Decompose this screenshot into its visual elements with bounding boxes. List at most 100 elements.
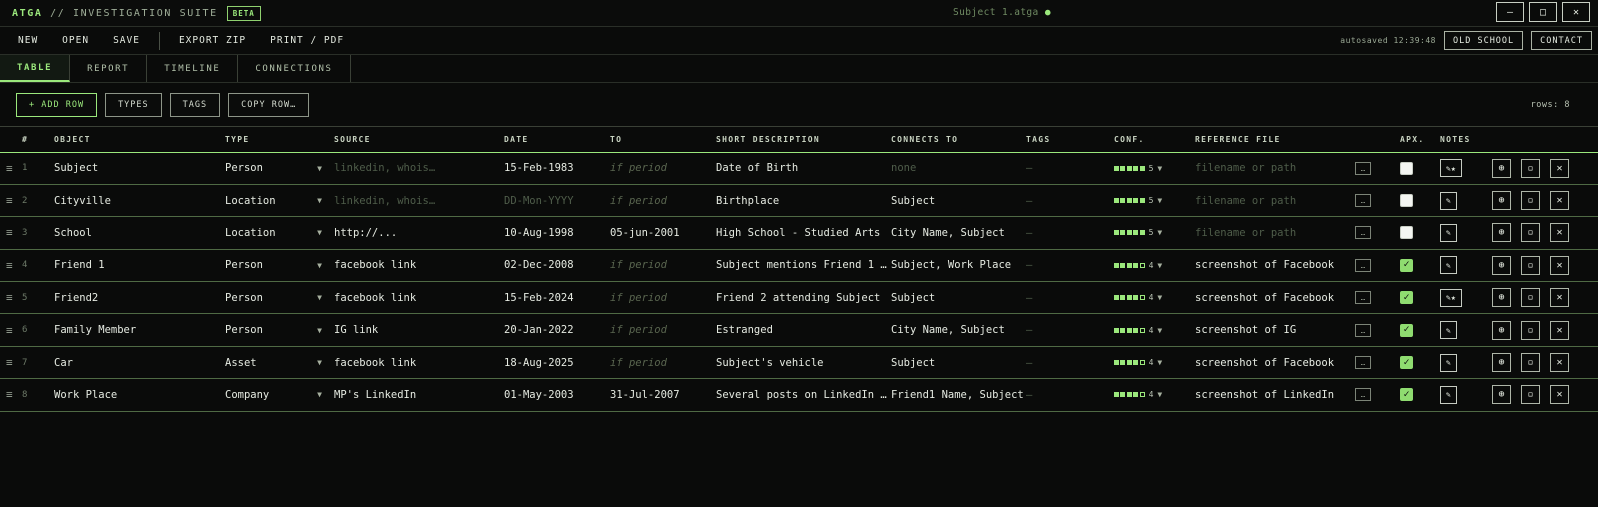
confidence-cell[interactable]: 5 ▼ xyxy=(1114,152,1195,185)
copy-row-button[interactable]: COPY ROW… xyxy=(228,92,310,117)
menu-print-pdf[interactable]: PRINT / PDF xyxy=(258,35,356,46)
approximate-checkbox[interactable] xyxy=(1400,388,1413,402)
delete-row-icon[interactable]: ✕ xyxy=(1550,288,1569,308)
duplicate-icon[interactable]: ▫ xyxy=(1521,320,1540,340)
chevron-down-icon[interactable]: ▼ xyxy=(317,293,322,302)
col-to[interactable]: TO xyxy=(610,127,716,153)
chevron-down-icon[interactable]: ▼ xyxy=(317,228,322,237)
chevron-down-icon[interactable]: ▼ xyxy=(1157,358,1162,367)
col-type[interactable]: TYPE xyxy=(225,127,334,153)
source-cell[interactable]: facebook link xyxy=(334,346,504,380)
to-cell[interactable]: 31-Jul-2007 xyxy=(610,378,716,412)
source-cell[interactable]: IG link xyxy=(334,313,504,347)
tags-cell[interactable]: – xyxy=(1026,281,1114,315)
chevron-down-icon[interactable]: ▼ xyxy=(1157,164,1162,173)
duplicate-icon[interactable]: ▫ xyxy=(1521,288,1540,308)
confidence-cell[interactable]: 4 ▼ xyxy=(1114,313,1195,347)
col-short-description[interactable]: SHORT DESCRIPTION xyxy=(716,127,891,153)
chevron-down-icon[interactable]: ▼ xyxy=(1157,326,1162,335)
source-cell[interactable]: facebook link xyxy=(334,281,504,315)
tab-connections[interactable]: CONNECTIONS xyxy=(238,55,351,82)
browse-file-button[interactable]: … xyxy=(1355,258,1371,272)
tags-cell[interactable]: – xyxy=(1026,313,1114,347)
tags-cell[interactable]: – xyxy=(1026,249,1114,283)
connects-to-cell[interactable]: Subject xyxy=(891,184,1026,218)
notes-button[interactable]: ✎ xyxy=(1440,191,1457,210)
confidence-cell[interactable]: 4 ▼ xyxy=(1114,249,1195,283)
to-cell[interactable]: if period xyxy=(610,281,716,315)
chevron-down-icon[interactable]: ▼ xyxy=(1157,196,1162,205)
connects-to-cell[interactable]: Friend1 Name, Subject xyxy=(891,378,1026,412)
confidence-cell[interactable]: 5 ▼ xyxy=(1114,216,1195,250)
description-cell[interactable]: Several posts on LinkedIn … xyxy=(716,378,891,412)
duplicate-icon[interactable]: ▫ xyxy=(1521,353,1540,373)
type-cell[interactable]: Person ▼ xyxy=(225,281,334,315)
type-cell[interactable]: Person ▼ xyxy=(225,152,334,185)
object-cell[interactable]: Friend2 xyxy=(54,281,225,315)
tab-timeline[interactable]: TIMELINE xyxy=(147,55,239,82)
locate-icon[interactable]: ⊕ xyxy=(1492,385,1511,405)
col-object[interactable]: OBJECT xyxy=(54,127,225,153)
duplicate-icon[interactable]: ▫ xyxy=(1521,255,1540,275)
close-button[interactable]: ✕ xyxy=(1562,2,1590,22)
col-notes[interactable]: NOTES xyxy=(1440,127,1492,153)
source-cell[interactable]: MP's LinkedIn xyxy=(334,378,504,412)
object-cell[interactable]: Car xyxy=(54,346,225,380)
notes-button[interactable]: ✎ xyxy=(1440,353,1457,372)
connects-to-cell[interactable]: City Name, Subject xyxy=(891,216,1026,250)
type-cell[interactable]: Company ▼ xyxy=(225,378,334,412)
delete-row-icon[interactable]: ✕ xyxy=(1550,353,1569,373)
description-cell[interactable]: High School - Studied Arts xyxy=(716,216,891,250)
tab-table[interactable]: TABLE xyxy=(0,55,71,82)
delete-row-icon[interactable]: ✕ xyxy=(1550,191,1569,211)
object-cell[interactable]: Work Place xyxy=(54,378,225,412)
tags-button[interactable]: TAGS xyxy=(169,92,221,117)
approximate-checkbox[interactable] xyxy=(1400,356,1413,370)
chevron-down-icon[interactable]: ▼ xyxy=(317,261,322,270)
drag-handle-icon[interactable]: ≡ xyxy=(0,378,22,412)
approximate-checkbox[interactable] xyxy=(1400,323,1413,337)
chevron-down-icon[interactable]: ▼ xyxy=(1157,390,1162,399)
connects-to-cell[interactable]: City Name, Subject xyxy=(891,313,1026,347)
type-cell[interactable]: Location ▼ xyxy=(225,184,334,218)
type-cell[interactable]: Person ▼ xyxy=(225,249,334,283)
confidence-cell[interactable]: 4 ▼ xyxy=(1114,281,1195,315)
types-button[interactable]: TYPES xyxy=(105,92,162,117)
reference-file-cell[interactable]: screenshot of LinkedIn xyxy=(1195,378,1355,412)
menu-open[interactable]: OPEN xyxy=(50,35,101,46)
duplicate-icon[interactable]: ▫ xyxy=(1521,385,1540,405)
date-cell[interactable]: 10-Aug-1998 xyxy=(504,216,610,250)
reference-file-cell[interactable]: filename or path xyxy=(1195,152,1355,185)
locate-icon[interactable]: ⊕ xyxy=(1492,288,1511,308)
menu-new[interactable]: NEW xyxy=(6,35,50,46)
notes-button[interactable]: ✎ xyxy=(1440,321,1457,340)
date-cell[interactable]: 02-Dec-2008 xyxy=(504,249,610,283)
delete-row-icon[interactable]: ✕ xyxy=(1550,255,1569,275)
tags-cell[interactable]: – xyxy=(1026,216,1114,250)
object-cell[interactable]: Cityville xyxy=(54,184,225,218)
browse-file-button[interactable]: … xyxy=(1355,226,1371,240)
to-cell[interactable]: if period xyxy=(610,346,716,380)
reference-file-cell[interactable]: screenshot of Facebook xyxy=(1195,346,1355,380)
reference-file-cell[interactable]: screenshot of Facebook xyxy=(1195,249,1355,283)
drag-handle-icon[interactable]: ≡ xyxy=(0,281,22,315)
connects-to-cell[interactable]: Subject xyxy=(891,281,1026,315)
maximize-button[interactable]: □ xyxy=(1529,2,1557,22)
tags-cell[interactable]: – xyxy=(1026,184,1114,218)
browse-file-button[interactable]: … xyxy=(1355,194,1371,208)
notes-button[interactable]: ✎ xyxy=(1440,256,1457,275)
approximate-checkbox[interactable] xyxy=(1400,258,1413,272)
reference-file-cell[interactable]: filename or path xyxy=(1195,184,1355,218)
chevron-down-icon[interactable]: ▼ xyxy=(317,358,322,367)
drag-handle-icon[interactable]: ≡ xyxy=(0,249,22,283)
connects-to-cell[interactable]: none xyxy=(891,152,1026,185)
type-cell[interactable]: Person ▼ xyxy=(225,313,334,347)
chevron-down-icon[interactable]: ▼ xyxy=(317,196,322,205)
to-cell[interactable]: if period xyxy=(610,184,716,218)
to-cell[interactable]: if period xyxy=(610,152,716,185)
browse-file-button[interactable]: … xyxy=(1355,161,1371,175)
menu-export-zip[interactable]: EXPORT ZIP xyxy=(167,35,258,46)
description-cell[interactable]: Date of Birth xyxy=(716,152,891,185)
notes-button[interactable]: ✎ xyxy=(1440,385,1457,404)
menu-save[interactable]: SAVE xyxy=(101,35,152,46)
